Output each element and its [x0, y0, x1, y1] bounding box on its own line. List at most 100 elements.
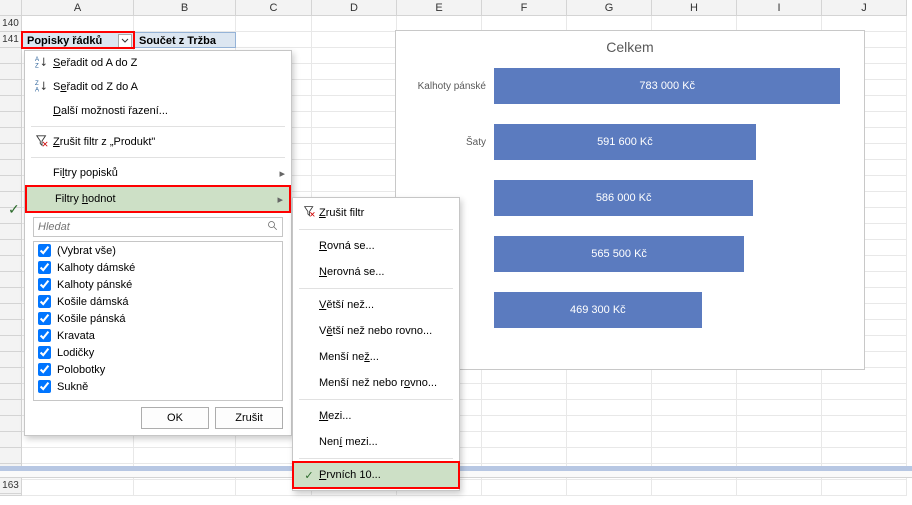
- col-header-C[interactable]: C: [236, 0, 312, 16]
- row-header[interactable]: [0, 256, 22, 272]
- cell[interactable]: [482, 416, 567, 432]
- checkbox[interactable]: [38, 329, 51, 342]
- checkbox[interactable]: [38, 312, 51, 325]
- cell[interactable]: [312, 144, 397, 160]
- row-header[interactable]: [0, 224, 22, 240]
- cell[interactable]: [822, 480, 907, 496]
- cell[interactable]: [22, 448, 134, 464]
- cell[interactable]: [312, 128, 397, 144]
- cell[interactable]: [567, 384, 652, 400]
- row-header[interactable]: [0, 400, 22, 416]
- chart-bar[interactable]: 565 500 Kč: [494, 236, 744, 272]
- col-header-J[interactable]: J: [822, 0, 907, 16]
- row-header[interactable]: [0, 112, 22, 128]
- row-header[interactable]: [0, 144, 22, 160]
- cell[interactable]: [134, 480, 236, 496]
- checklist-item[interactable]: Polobotky: [34, 361, 282, 378]
- row-header[interactable]: [0, 48, 22, 64]
- cell[interactable]: [482, 480, 567, 496]
- chart-bar[interactable]: 586 000 Kč: [494, 180, 753, 216]
- row-header[interactable]: [0, 272, 22, 288]
- chart-bar[interactable]: 591 600 Kč: [494, 124, 756, 160]
- sort-za-item[interactable]: ZA Seřadit od Z do A: [25, 75, 291, 99]
- checkbox[interactable]: [38, 295, 51, 308]
- submenu-between[interactable]: Mezi...: [293, 403, 459, 429]
- cell[interactable]: [482, 400, 567, 416]
- cell[interactable]: [822, 400, 907, 416]
- checkbox[interactable]: [38, 261, 51, 274]
- filter-search-box[interactable]: [33, 217, 283, 237]
- row-header[interactable]: [0, 80, 22, 96]
- col-header-H[interactable]: H: [652, 0, 737, 16]
- chart-bar[interactable]: 469 300 Kč: [494, 292, 702, 328]
- cell[interactable]: [652, 368, 737, 384]
- submenu-gt[interactable]: Větší než...: [293, 292, 459, 318]
- col-header-E[interactable]: E: [397, 0, 482, 16]
- cell[interactable]: [822, 384, 907, 400]
- cell[interactable]: [312, 96, 397, 112]
- col-header-F[interactable]: F: [482, 0, 567, 16]
- cell[interactable]: [652, 480, 737, 496]
- row-header[interactable]: [0, 304, 22, 320]
- cell[interactable]: [482, 432, 567, 448]
- checklist-item[interactable]: Košile dámská: [34, 293, 282, 310]
- cell[interactable]: [312, 80, 397, 96]
- pivot-values-header[interactable]: Součet z Tržba: [134, 32, 236, 48]
- cell[interactable]: [567, 448, 652, 464]
- checkbox[interactable]: [38, 346, 51, 359]
- chart-container[interactable]: Celkem Kalhoty pánské783 000 KčŠaty591 6…: [395, 30, 865, 370]
- row-header[interactable]: [0, 336, 22, 352]
- checkbox[interactable]: [38, 363, 51, 376]
- row-header[interactable]: [0, 64, 22, 80]
- filter-dropdown-icon[interactable]: [118, 34, 132, 48]
- checklist-item[interactable]: Lodičky: [34, 344, 282, 361]
- cell[interactable]: [567, 400, 652, 416]
- cell[interactable]: [652, 400, 737, 416]
- cell[interactable]: [652, 416, 737, 432]
- checklist-item[interactable]: Kalhoty dámské: [34, 259, 282, 276]
- cancel-button[interactable]: Zrušit: [215, 407, 283, 429]
- col-header-D[interactable]: D: [312, 0, 397, 16]
- row-header[interactable]: [0, 416, 22, 432]
- row-header-141[interactable]: 141: [0, 32, 22, 48]
- submenu-top10[interactable]: Prvních 10...: [293, 462, 459, 488]
- submenu-lte[interactable]: Menší než nebo rovno...: [293, 370, 459, 396]
- filter-checklist[interactable]: (Vybrat vše)Kalhoty dámskéKalhoty pánské…: [33, 241, 283, 401]
- row-header[interactable]: [0, 352, 22, 368]
- col-header-G[interactable]: G: [567, 0, 652, 16]
- cell[interactable]: [567, 480, 652, 496]
- clear-filter-item[interactable]: Zrušit filtr z „Produkt": [25, 130, 291, 154]
- row-header[interactable]: [0, 128, 22, 144]
- corner-cell[interactable]: [0, 0, 22, 16]
- value-filters-item[interactable]: Filtry hodnot ▸: [25, 185, 291, 213]
- search-input[interactable]: [34, 221, 264, 233]
- checklist-item[interactable]: Košile pánská: [34, 310, 282, 327]
- row-header[interactable]: [0, 368, 22, 384]
- submenu-clear-filter[interactable]: Zrušit filtr: [293, 200, 459, 226]
- row-header[interactable]: [0, 320, 22, 336]
- row-header[interactable]: [0, 384, 22, 400]
- cell[interactable]: [737, 368, 822, 384]
- col-header-A[interactable]: A: [22, 0, 134, 16]
- submenu-equals[interactable]: Rovná se...: [293, 233, 459, 259]
- row-header[interactable]: [0, 240, 22, 256]
- row-header[interactable]: [0, 176, 22, 192]
- cell[interactable]: [652, 448, 737, 464]
- cell[interactable]: [312, 64, 397, 80]
- checkbox[interactable]: [38, 244, 51, 257]
- row-header[interactable]: [0, 96, 22, 112]
- sort-az-item[interactable]: AZ Seřadit od A do Z: [25, 51, 291, 75]
- cell[interactable]: [312, 112, 397, 128]
- submenu-gte[interactable]: Větší než nebo rovno...: [293, 318, 459, 344]
- label-filters-item[interactable]: Filtry popisků ▸: [25, 161, 291, 185]
- cell[interactable]: [312, 160, 397, 176]
- cell[interactable]: [134, 448, 236, 464]
- cell[interactable]: [567, 416, 652, 432]
- cell[interactable]: [822, 432, 907, 448]
- checklist-item[interactable]: Kravata: [34, 327, 282, 344]
- ok-button[interactable]: OK: [141, 407, 209, 429]
- checklist-item[interactable]: (Vybrat vše): [34, 242, 282, 259]
- cell[interactable]: [737, 480, 822, 496]
- chart-bar[interactable]: 783 000 Kč: [494, 68, 840, 104]
- row-header-163[interactable]: 163: [0, 478, 22, 494]
